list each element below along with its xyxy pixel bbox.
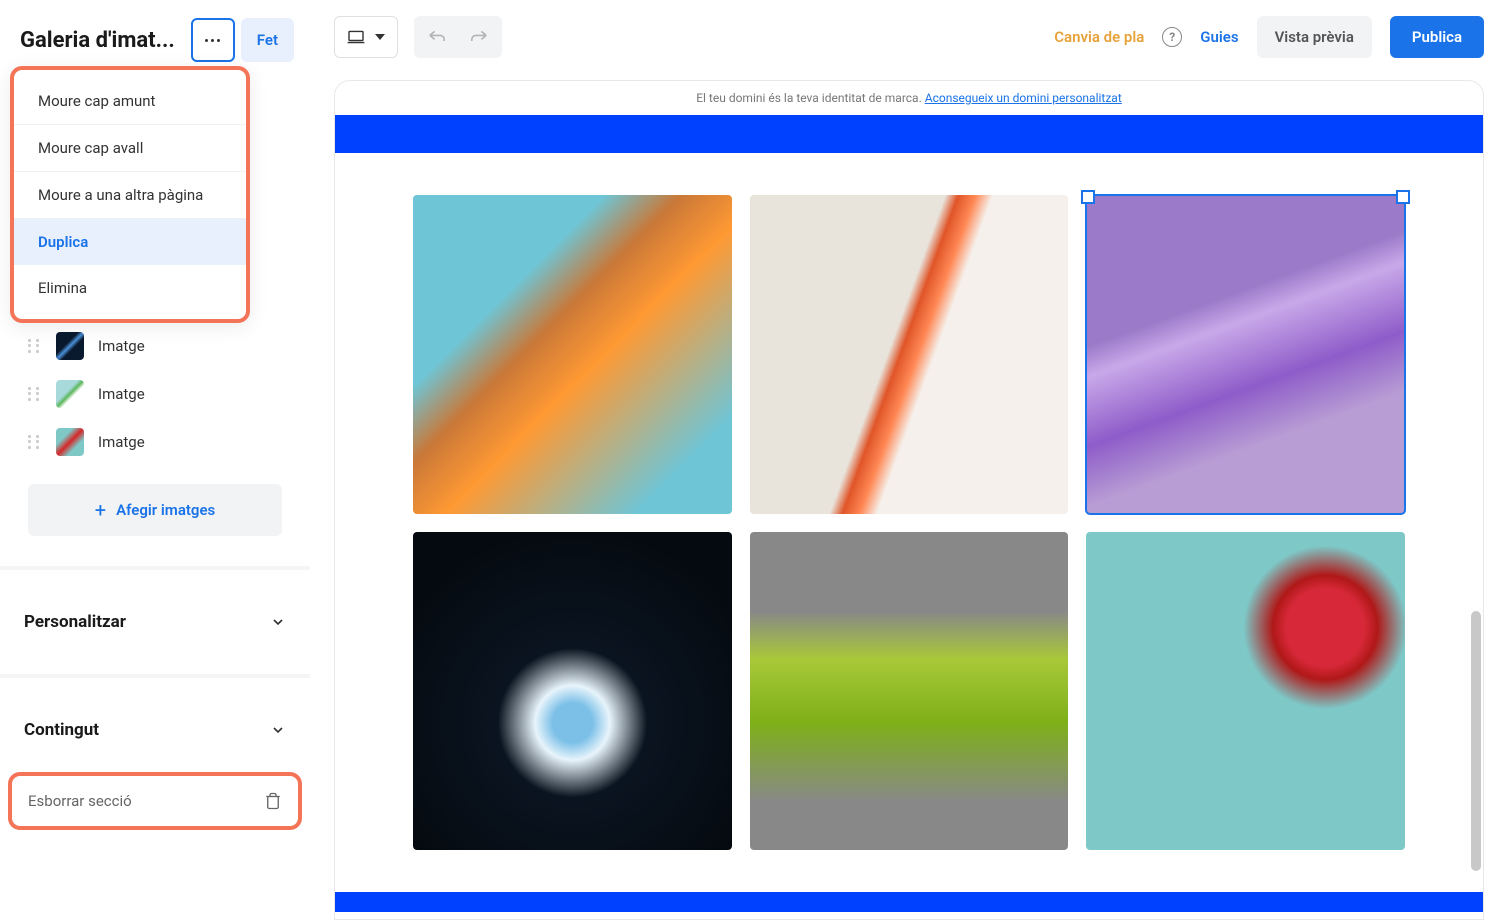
dropdown-menu: Moure cap amunt Moure cap avall Moure a … [10,66,250,323]
add-images-label: Afegir imatges [116,501,215,519]
domain-banner-text: El teu domini és la teva identitat de ma… [696,91,925,105]
image-label: Imatge [98,385,145,403]
image-list-item[interactable]: Imatge [20,370,290,418]
image-label: Imatge [98,433,145,451]
topbar-left [334,16,502,58]
dropdown-item-move-page[interactable]: Moure a una altra pàgina [14,172,246,219]
image-list-item[interactable]: Imatge [20,418,290,466]
main-area: Canvia de pla ? Guies Vista prèvia Publi… [310,0,1508,920]
image-list-item[interactable]: Imatge [20,322,290,370]
canvas: El teu domini és la teva identitat de ma… [334,80,1484,920]
help-icon[interactable]: ? [1162,27,1182,47]
more-options-button[interactable] [191,18,235,62]
drag-handle-icon[interactable] [28,339,42,353]
gallery-image-5[interactable] [750,532,1069,851]
gallery-image-6[interactable] [1086,532,1405,851]
sidebar: Galeria d'imat... Fet Moure cap amunt Mo… [0,0,310,920]
delete-section-label: Esborrar secció [28,792,132,810]
content-section-toggle[interactable]: Contingut [20,708,290,752]
plus-icon: + [95,498,106,522]
divider [0,674,310,678]
domain-banner: El teu domini és la teva identitat de ma… [335,81,1483,115]
undo-button[interactable] [416,18,458,56]
redo-icon [469,29,489,45]
device-selector-button[interactable] [334,16,398,58]
site-hero-bar[interactable] [335,115,1483,153]
gallery-image-2[interactable] [750,195,1069,514]
topbar-right: Canvia de pla ? Guies Vista prèvia Publi… [1054,16,1484,58]
image-thumb [56,332,84,360]
publish-button[interactable]: Publica [1390,16,1484,58]
topbar: Canvia de pla ? Guies Vista prèvia Publi… [310,0,1508,74]
change-plan-link[interactable]: Canvia de pla [1054,28,1144,46]
trash-icon [264,792,282,810]
desktop-icon [347,30,365,44]
image-thumb [56,428,84,456]
domain-banner-link[interactable]: Aconsegueix un domini personalitzat [925,91,1122,105]
page-title: Galeria d'imat... [20,28,185,53]
undo-redo-group [414,16,502,58]
sidebar-header: Galeria d'imat... Fet [0,18,310,62]
dropdown-item-move-up[interactable]: Moure cap amunt [14,78,246,125]
customize-section-toggle[interactable]: Personalitzar [20,600,290,644]
dropdown-item-delete[interactable]: Elimina [14,265,246,311]
preview-button[interactable]: Vista prèvia [1257,16,1372,58]
dropdown-item-duplicate[interactable]: Duplica [14,219,246,265]
drag-handle-icon[interactable] [28,435,42,449]
guides-link[interactable]: Guies [1200,28,1238,46]
add-images-button[interactable]: + Afegir imatges [28,484,282,536]
scrollbar[interactable] [1471,611,1481,871]
site-footer-bar[interactable] [335,892,1483,912]
customize-label: Personalitzar [24,612,126,632]
image-thumb [56,380,84,408]
content-label: Contingut [24,720,99,740]
chevron-down-icon [270,614,286,630]
gallery-section[interactable] [335,153,1483,892]
caret-down-icon [375,34,385,40]
more-icon [205,39,220,42]
image-label: Imatge [98,337,145,355]
dropdown-item-move-down[interactable]: Moure cap avall [14,125,246,172]
gallery-image-4[interactable] [413,532,732,851]
undo-icon [427,29,447,45]
divider [0,566,310,570]
redo-button[interactable] [458,18,500,56]
done-button[interactable]: Fet [241,18,294,62]
drag-handle-icon[interactable] [28,387,42,401]
gallery-image-1[interactable] [413,195,732,514]
gallery-image-3[interactable] [1086,195,1405,514]
chevron-down-icon [270,722,286,738]
delete-section-button[interactable]: Esborrar secció [8,772,302,830]
